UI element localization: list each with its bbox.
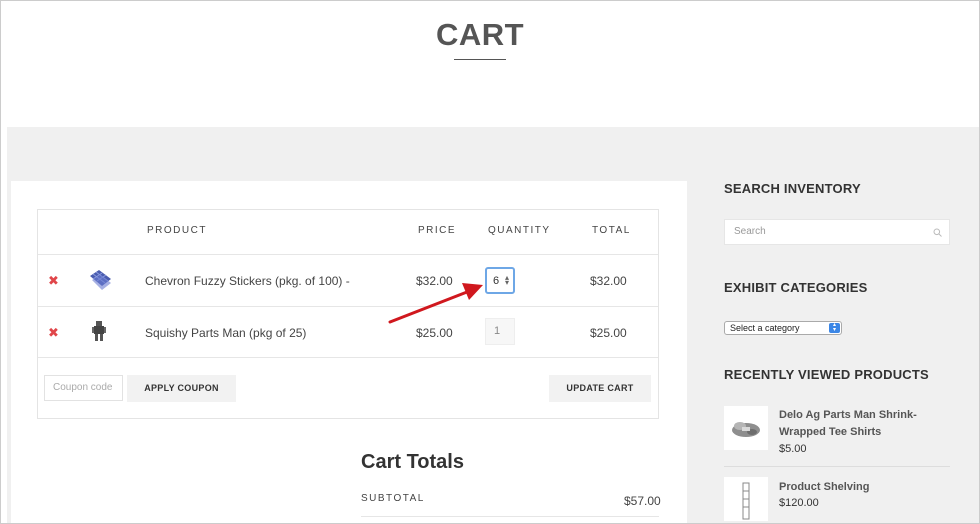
recent-product-price: $120.00 [779,497,819,509]
search-input[interactable]: Search [724,219,950,245]
recent-product-name[interactable]: Delo Ag Parts Man Shrink- Wrapped Tee Sh… [779,407,917,441]
product-thumbnail[interactable] [724,477,768,521]
recently-viewed-heading: RECENTLY VIEWED PRODUCTS [724,367,929,382]
recent-product-name[interactable]: Product Shelving [779,479,869,496]
annotation-arrow-icon [388,283,483,324]
recent-product-price: $5.00 [779,443,807,455]
category-select[interactable]: Select a category ▴ ▾ [724,321,842,335]
product-thumbnail[interactable] [724,406,768,450]
recent-product-name-line2: Wrapped Tee Shirts [779,426,882,438]
search-inventory-heading: SEARCH INVENTORY [724,181,861,196]
recent-product-name-line1: Delo Ag Parts Man Shrink- [779,409,917,421]
recent-divider [724,466,950,467]
category-select-value: Select a category [730,323,800,333]
select-arrows-icon: ▴ ▾ [829,322,840,333]
browser-viewport: CART PRODUCT PRICE QUANTITY TOTAL ✖ Chev… [0,0,980,524]
exhibit-categories-heading: EXHIBIT CATEGORIES [724,280,868,295]
search-icon[interactable] [933,228,942,237]
